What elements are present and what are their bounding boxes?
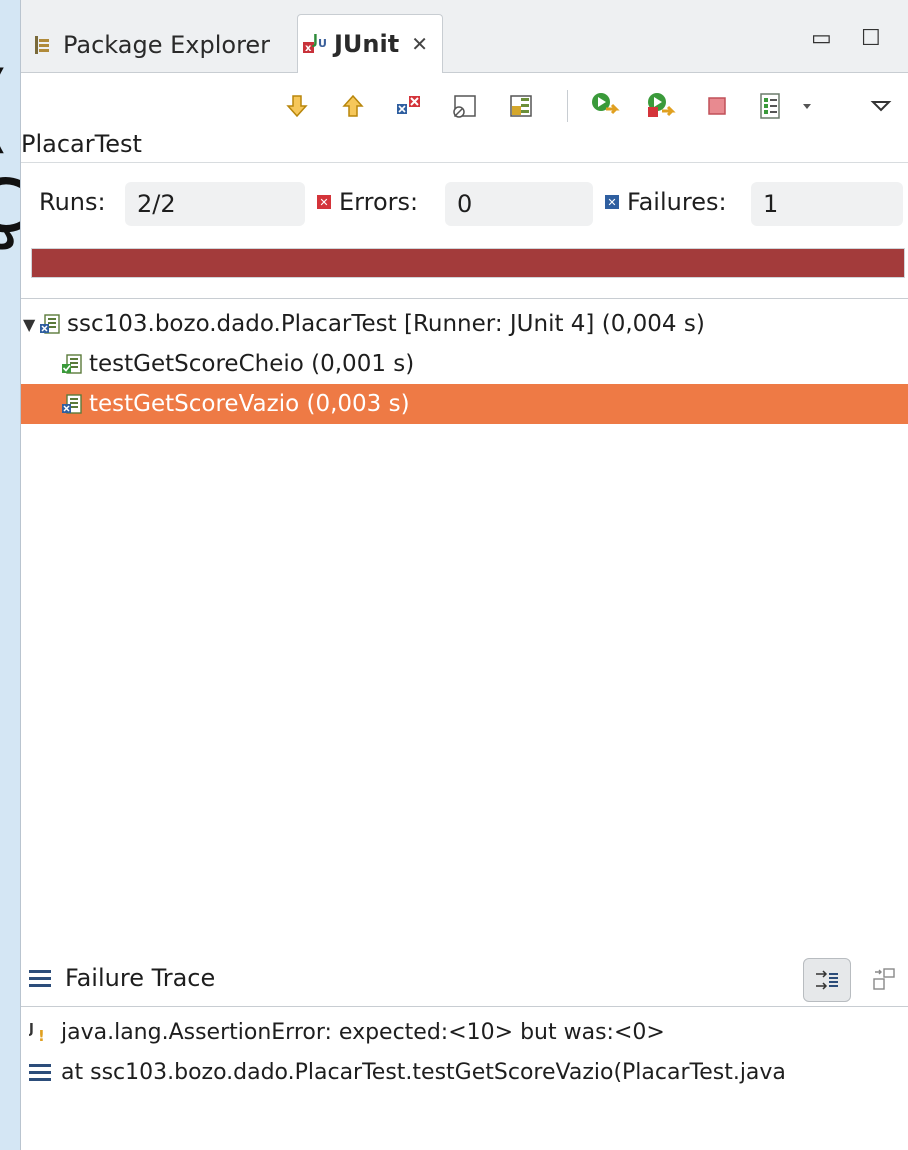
package-explorer-icon: [31, 33, 55, 57]
tab-label: JUnit: [334, 30, 400, 58]
failure-trace-label: Failure Trace: [65, 964, 216, 992]
tree-item-test-failed[interactable]: testGetScoreVazio (0,003 s): [21, 384, 908, 424]
show-failures-only-icon[interactable]: [393, 90, 425, 122]
svg-text:x: x: [305, 43, 312, 54]
test-class-title: PlacarTest: [21, 128, 908, 163]
stop-icon[interactable]: [701, 90, 733, 122]
progress-bar: [31, 248, 905, 278]
compare-result-button[interactable]: [861, 958, 907, 1000]
failure-trace-title: Failure Trace: [29, 964, 215, 992]
junit-view-panel: Package Explorer x J U JUnit ✕ ▭ ☐ Placa…: [20, 0, 908, 1150]
test-failed-icon: [61, 393, 83, 415]
tree-item-label: testGetScoreCheio (0,001 s): [89, 351, 415, 377]
view-menu-icon[interactable]: [865, 90, 897, 122]
stack-trace-icon: [29, 966, 51, 991]
runs-label: Runs:: [39, 188, 106, 216]
error-icon: ✕: [317, 195, 331, 209]
errors-label: Errors:: [339, 188, 419, 216]
trace-line-text: at ssc103.bozo.dado.PlacarTest.testGetSc…: [61, 1059, 786, 1085]
rerun-test-icon[interactable]: [589, 90, 621, 122]
rerun-failed-first-icon[interactable]: [645, 90, 677, 122]
tab-package-explorer[interactable]: Package Explorer: [31, 20, 270, 70]
maximize-icon[interactable]: ☐: [861, 26, 881, 51]
test-run-history-icon[interactable]: [755, 90, 787, 122]
svg-text:J: J: [29, 1022, 34, 1037]
runs-value: 2/2: [125, 182, 305, 226]
next-failure-icon[interactable]: [281, 90, 313, 122]
tree-root-row[interactable]: ▼ ssc103.bozo.dado.PlacarTest [Runner: J…: [21, 304, 908, 344]
test-tree: ▼ ssc103.bozo.dado.PlacarTest [Runner: J…: [21, 304, 908, 424]
errors-counter: ✕ Errors:: [317, 188, 418, 216]
svg-text:U: U: [318, 37, 326, 50]
tab-junit[interactable]: x J U JUnit ✕: [297, 14, 443, 73]
divider: [21, 298, 908, 299]
compare-icon: [873, 968, 895, 990]
failure-trace-header: Failure Trace: [21, 958, 908, 1007]
errors-value: 0: [445, 182, 593, 226]
junit-icon: x J U: [302, 32, 327, 56]
test-passed-icon: [61, 353, 83, 375]
failures-counter: ✕ Failures:: [605, 188, 727, 216]
test-class-name: PlacarTest: [21, 130, 142, 158]
trace-line-text: java.lang.AssertionError: expected:<10> …: [61, 1019, 665, 1045]
trace-line[interactable]: J ! java.lang.AssertionError: expected:<…: [21, 1012, 908, 1052]
toolbar-separator: [567, 90, 568, 122]
tree-item-test-passed[interactable]: testGetScoreCheio (0,001 s): [21, 344, 908, 384]
counters-row: Runs: 2/2 ✕ Errors: 0 ✕ Failures: 1: [21, 180, 908, 230]
failures-value: 1: [751, 182, 903, 226]
close-icon[interactable]: ✕: [411, 32, 428, 56]
failure-icon: ✕: [605, 195, 619, 209]
tree-item-label: testGetScoreVazio (0,003 s): [89, 391, 410, 417]
tab-label: Package Explorer: [63, 31, 271, 59]
toolbar: [21, 78, 908, 134]
progress-fill: [32, 249, 904, 277]
minimize-icon[interactable]: ▭: [811, 26, 832, 51]
scroll-lock-icon[interactable]: [505, 90, 537, 122]
expand-arrow-icon[interactable]: ▼: [23, 315, 39, 334]
failure-trace-content: J ! java.lang.AssertionError: expected:<…: [21, 1012, 908, 1092]
svg-text:!: !: [38, 1027, 45, 1043]
test-suite-icon: [39, 313, 61, 335]
previous-failure-icon[interactable]: [337, 90, 369, 122]
stack-frame-icon: [29, 1060, 55, 1085]
tree-root-label: ssc103.bozo.dado.PlacarTest [Runner: JUn…: [67, 311, 705, 337]
exception-icon: J !: [29, 1021, 55, 1043]
history-dropdown-icon[interactable]: [797, 90, 817, 122]
failures-label: Failures:: [627, 188, 727, 216]
tab-bar: Package Explorer x J U JUnit ✕ ▭ ☐: [21, 0, 908, 73]
svg-text:J: J: [312, 33, 318, 48]
filter-stack-icon: [816, 970, 838, 990]
trace-line[interactable]: at ssc103.bozo.dado.PlacarTest.testGetSc…: [21, 1052, 908, 1092]
filter-stack-trace-button[interactable]: [803, 958, 851, 1002]
skipped-tests-icon[interactable]: [449, 90, 481, 122]
